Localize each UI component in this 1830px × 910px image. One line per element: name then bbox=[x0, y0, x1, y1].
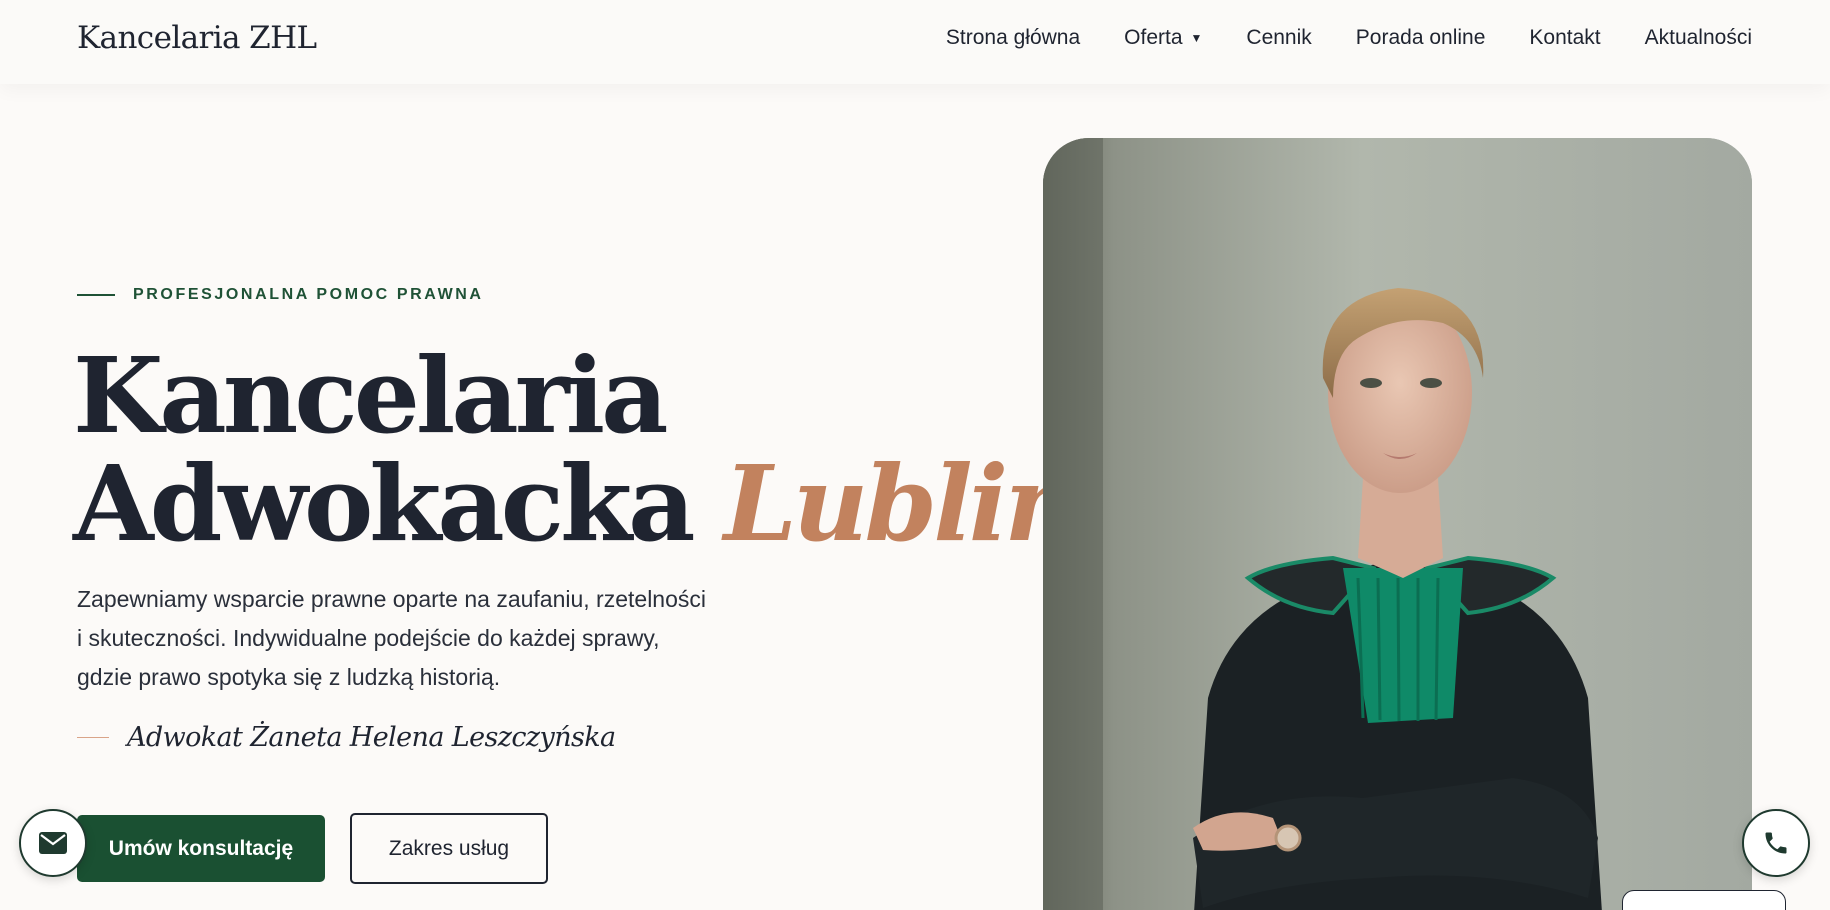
nav-label: Oferta bbox=[1124, 26, 1183, 49]
signature-divider bbox=[77, 736, 109, 739]
nav-item-online-advice[interactable]: Porada online bbox=[1356, 26, 1486, 50]
site-header: Kancelaria ZHL Strona główna Oferta ▼ Cen… bbox=[0, 0, 1830, 84]
nav-label: Strona główna bbox=[945, 26, 1081, 49]
signature-text: Adwokat Żaneta Helena Leszczyńska bbox=[127, 722, 616, 753]
floating-card-edge bbox=[1622, 890, 1786, 910]
nav-item-home[interactable]: Strona główna bbox=[946, 26, 1080, 50]
lawyer-portrait bbox=[1043, 138, 1752, 910]
hero-eyebrow: PROFESJONALNA POMOC PRAWNA bbox=[77, 286, 484, 304]
headline-accent: Lublin bbox=[723, 442, 1080, 565]
eyebrow-text: PROFESJONALNA POMOC PRAWNA bbox=[133, 286, 484, 303]
services-scope-button[interactable]: Zakres usług bbox=[350, 813, 548, 884]
headline-line-2: Adwokacka bbox=[73, 442, 696, 565]
lead-line-3: gdzie prawo spotyka się z ludzką histori… bbox=[77, 664, 501, 690]
lead-line-2: i skuteczności. Indywidualne podejście d… bbox=[77, 625, 660, 651]
nav-label: Kontakt bbox=[1529, 26, 1601, 49]
nav-item-pricing[interactable]: Cennik bbox=[1246, 26, 1311, 50]
eyebrow-divider bbox=[77, 294, 115, 296]
nav-label: Aktualności bbox=[1644, 26, 1752, 49]
main-nav: Strona główna Oferta ▼ Cennik Porada onli… bbox=[946, 26, 1752, 50]
headline-line-1: Kancelaria bbox=[73, 334, 668, 457]
nav-item-news[interactable]: Aktualności bbox=[1645, 26, 1752, 50]
mail-button[interactable] bbox=[19, 809, 87, 877]
site-logo[interactable]: Kancelaria ZHL bbox=[77, 20, 317, 56]
hero-signature: Adwokat Żaneta Helena Leszczyńska bbox=[77, 722, 616, 753]
book-consultation-button[interactable]: Umów konsultację bbox=[77, 815, 325, 882]
hero-lead: Zapewniamy wsparcie prawne oparte na zau… bbox=[77, 580, 797, 697]
mail-icon bbox=[39, 832, 67, 854]
hero-headline: Kancelaria Adwokacka Lublin bbox=[73, 342, 1080, 558]
nav-item-offer[interactable]: Oferta ▼ bbox=[1124, 26, 1202, 50]
caret-down-icon: ▼ bbox=[1190, 31, 1203, 45]
phone-icon bbox=[1765, 832, 1787, 854]
nav-item-contact[interactable]: Kontakt bbox=[1529, 26, 1600, 50]
phone-button[interactable] bbox=[1742, 809, 1810, 877]
nav-label: Porada online bbox=[1355, 26, 1486, 49]
nav-label: Cennik bbox=[1246, 26, 1312, 49]
lead-line-1: Zapewniamy wsparcie prawne oparte na zau… bbox=[77, 586, 706, 612]
